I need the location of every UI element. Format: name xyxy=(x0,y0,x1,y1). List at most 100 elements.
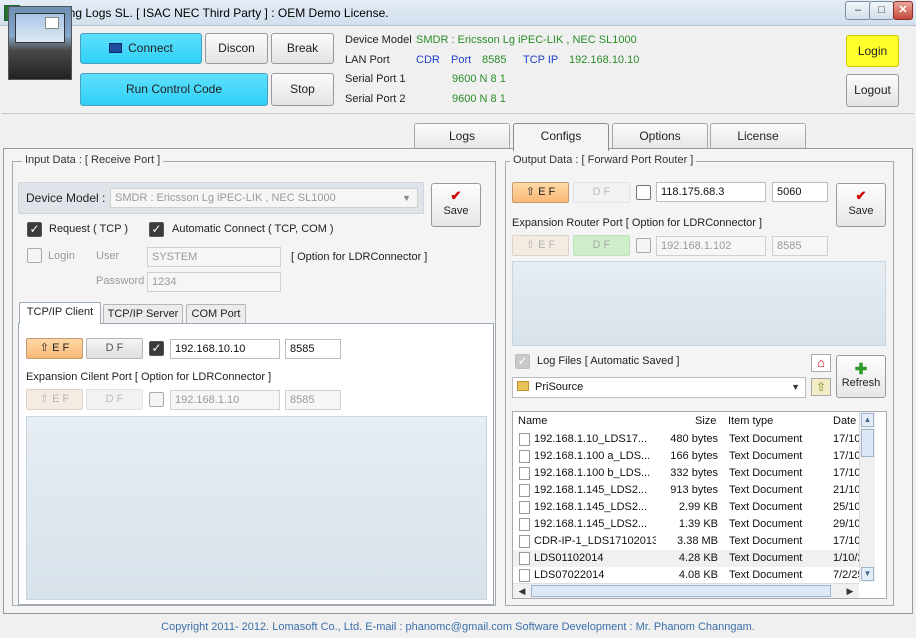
expansion-router-df-button[interactable]: D F xyxy=(573,235,630,256)
refresh-button[interactable]: ✚ Refresh xyxy=(836,355,886,398)
table-row[interactable]: CDR-IP-1_LDS17102013 3.38 MB Text Document… xyxy=(513,533,873,550)
input-ip-field[interactable]: 192.168.10.10 xyxy=(170,339,280,359)
input-port-field[interactable]: 8585 xyxy=(285,339,341,359)
file-size: 1.39 KB xyxy=(678,518,718,530)
tab-logs[interactable]: Logs xyxy=(414,123,510,149)
input-ef-button[interactable]: ⇧ E F xyxy=(26,338,83,359)
table-row[interactable]: 192.168.1.145_LDS2... 2.99 KB Text Documen… xyxy=(513,499,873,516)
log-files-checkbox[interactable]: ✓ xyxy=(515,354,530,369)
table-row[interactable]: LDS07022014 4.08 KB Text Document 7/2/25: xyxy=(513,567,873,584)
serial-port-2-value: 9600 N 8 1 xyxy=(452,93,506,105)
folder-up-icon[interactable]: ⇧ xyxy=(811,378,831,396)
output-port-field[interactable]: 5060 xyxy=(772,182,828,202)
table-row[interactable]: LDS01102014 4.28 KB Text Document 1/10/2: xyxy=(513,550,873,567)
expansion-router-ef-button[interactable]: ⇧ E F xyxy=(512,235,569,256)
file-type: Text Document xyxy=(729,518,803,530)
output-data-title: Output Data : [ Forward Port Router ] xyxy=(510,154,697,166)
input-ip-checkbox[interactable]: ✓ xyxy=(149,341,164,356)
subtab-tcpip-server[interactable]: TCP/IP Server xyxy=(103,304,183,324)
expansion-client-df-button[interactable]: D F xyxy=(86,389,143,410)
input-df-button[interactable]: D F xyxy=(86,338,143,359)
file-name: 192.168.1.100 a_LDS... xyxy=(534,450,651,462)
column-item-type[interactable]: Item type xyxy=(728,412,773,430)
minimize-button[interactable]: – xyxy=(845,1,871,20)
output-df-button[interactable]: D F xyxy=(573,182,630,203)
file-size: 2.99 KB xyxy=(678,501,718,513)
device-model-select[interactable]: SMDR : Ericsson Lg iPEC-LIK , NEC SL1000… xyxy=(110,188,418,208)
auto-connect-checkbox[interactable]: ✓ xyxy=(149,222,164,237)
expansion-client-ef-button[interactable]: ⇧ E F xyxy=(26,389,83,410)
monitor-icon xyxy=(109,43,123,53)
tab-license[interactable]: License xyxy=(710,123,806,149)
file-type: Text Document xyxy=(729,535,803,547)
break-button[interactable]: Break xyxy=(271,33,334,64)
login-checkbox[interactable] xyxy=(27,248,42,263)
home-icon[interactable]: ⌂ xyxy=(811,354,831,372)
connect-button[interactable]: Connect xyxy=(80,33,202,64)
file-type: Text Document xyxy=(729,433,803,445)
scroll-up-icon[interactable]: ▲ xyxy=(861,413,874,427)
window-title: Messaging Logs SL. [ ISAC NEC Third Part… xyxy=(24,6,389,20)
output-save-label: Save xyxy=(848,205,874,217)
file-name: 192.168.1.145_LDS2... xyxy=(534,484,648,496)
ldr-option-note: [ Option for LDRConnector ] xyxy=(291,251,428,263)
expansion-client-checkbox[interactable] xyxy=(149,392,164,407)
folder-select[interactable]: PriSource ▼ xyxy=(512,377,806,398)
output-save-button[interactable]: ✔ Save xyxy=(836,183,886,227)
file-list-vertical-scrollbar[interactable]: ▲ ▼ xyxy=(859,412,875,582)
run-control-code-button[interactable]: Run Control Code xyxy=(80,73,268,106)
file-size: 480 bytes xyxy=(670,433,718,445)
column-name[interactable]: Name xyxy=(518,412,547,430)
password-input[interactable]: 1234 xyxy=(147,272,281,292)
title-bar: ▦ Messaging Logs SL. [ ISAC NEC Third Pa… xyxy=(0,0,916,26)
scroll-down-icon[interactable]: ▼ xyxy=(861,567,874,581)
table-row[interactable]: 192.168.1.145_LDS2... 1.39 KB Text Documen… xyxy=(513,516,873,533)
scroll-left-icon[interactable]: ◀ xyxy=(515,585,529,597)
expansion-router-checkbox[interactable] xyxy=(636,238,651,253)
scroll-thumb-horizontal[interactable] xyxy=(531,585,831,597)
login-button[interactable]: Login xyxy=(846,35,899,67)
file-type: Text Document xyxy=(729,467,803,479)
request-tcp-checkbox[interactable]: ✓ xyxy=(27,222,42,237)
expansion-router-title: Expansion Router Port [ Option for LDRCo… xyxy=(512,217,763,229)
scroll-right-icon[interactable]: ▶ xyxy=(843,585,857,597)
table-row[interactable]: 192.168.1.100 b_LDS... 332 bytes Text Docu… xyxy=(513,465,873,482)
arrow-up-icon: ⇧ xyxy=(525,239,536,251)
output-ip-field[interactable]: 118.175.68.3 xyxy=(656,182,766,202)
discon-button[interactable]: Discon xyxy=(205,33,268,64)
table-row[interactable]: 192.168.1.10_LDS17... 480 bytes Text Docum… xyxy=(513,431,873,448)
logout-button[interactable]: Logout xyxy=(846,74,899,107)
expansion-router-ip-field[interactable]: 192.168.1.102 xyxy=(656,236,766,256)
output-ip-checkbox[interactable] xyxy=(636,185,651,200)
file-name: 192.168.1.10_LDS17... xyxy=(534,433,648,445)
expansion-client-port-field[interactable]: 8585 xyxy=(285,390,341,410)
maximize-button[interactable]: □ xyxy=(869,1,894,20)
text-document-icon xyxy=(519,552,530,565)
expansion-client-ip-field[interactable]: 192.168.1.10 xyxy=(170,390,280,410)
close-button[interactable]: ✕ xyxy=(893,1,913,20)
serial-port-1-value: 9600 N 8 1 xyxy=(452,73,506,85)
subtab-tcpip-client[interactable]: TCP/IP Client xyxy=(19,302,101,324)
lan-port-label: LAN Port xyxy=(345,54,390,66)
input-ef-label: E F xyxy=(52,342,70,354)
tab-options[interactable]: Options xyxy=(612,123,708,149)
output-ef-button[interactable]: ⇧ E F xyxy=(512,182,569,203)
expansion-client-ef-label: E F xyxy=(52,393,70,405)
device-model-value: SMDR : Ericsson Lg iPEC-LIK , NEC SL1000 xyxy=(416,34,637,46)
expansion-router-port-field[interactable]: 8585 xyxy=(772,236,828,256)
folder-select-value: PriSource xyxy=(535,381,584,393)
lan-cdr-label: CDR xyxy=(416,54,440,66)
tab-configs[interactable]: Configs xyxy=(513,123,609,151)
file-list-horizontal-scrollbar[interactable]: ◀ ▶ xyxy=(513,583,859,598)
table-row[interactable]: 192.168.1.100 a_LDS... 166 bytes Text Docu… xyxy=(513,448,873,465)
scroll-thumb[interactable] xyxy=(861,429,874,457)
column-size[interactable]: Size xyxy=(695,412,716,430)
table-row[interactable]: 192.168.1.145_LDS2... 913 bytes Text Docum… xyxy=(513,482,873,499)
subtab-com-port[interactable]: COM Port xyxy=(186,304,246,324)
user-input[interactable]: SYSTEM xyxy=(147,247,281,267)
text-document-icon xyxy=(519,518,530,531)
text-document-icon xyxy=(519,433,530,446)
file-size: 4.28 KB xyxy=(678,552,718,564)
stop-button[interactable]: Stop xyxy=(271,73,334,106)
input-save-button[interactable]: ✔ Save xyxy=(431,183,481,227)
